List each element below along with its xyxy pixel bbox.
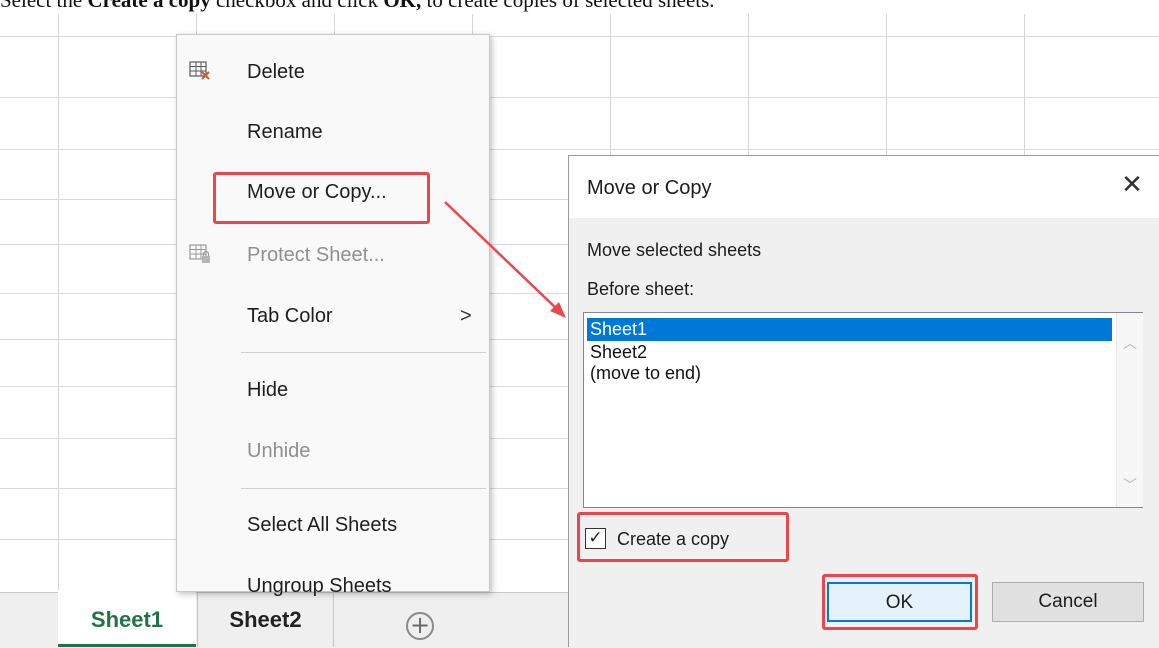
- move-selected-sheets-label: Move selected sheets: [587, 240, 762, 260]
- list-item[interactable]: Sheet2: [587, 341, 1112, 364]
- list-item[interactable]: Sheet1: [587, 318, 1112, 341]
- dialog-titlebar: Move or Copy ✕: [569, 156, 1159, 218]
- close-icon[interactable]: ✕: [1117, 170, 1147, 200]
- listbox-scrollbar[interactable]: ︿ ﹀: [1116, 313, 1143, 507]
- list-item[interactable]: (move to end): [587, 362, 1112, 385]
- cancel-button[interactable]: Cancel: [992, 582, 1144, 622]
- before-sheet-label: Before sheet:: [587, 279, 695, 299]
- before-sheet-listbox[interactable]: Sheet1 Sheet2 (move to end) ︿ ﹀: [583, 312, 1143, 508]
- scroll-down-icon[interactable]: ﹀: [1117, 475, 1143, 495]
- dialog-title: Move or Copy: [587, 177, 712, 199]
- highlight-box-create-copy: [577, 512, 789, 562]
- scroll-up-icon[interactable]: ︿: [1117, 333, 1143, 353]
- highlight-box-ok: [822, 574, 978, 630]
